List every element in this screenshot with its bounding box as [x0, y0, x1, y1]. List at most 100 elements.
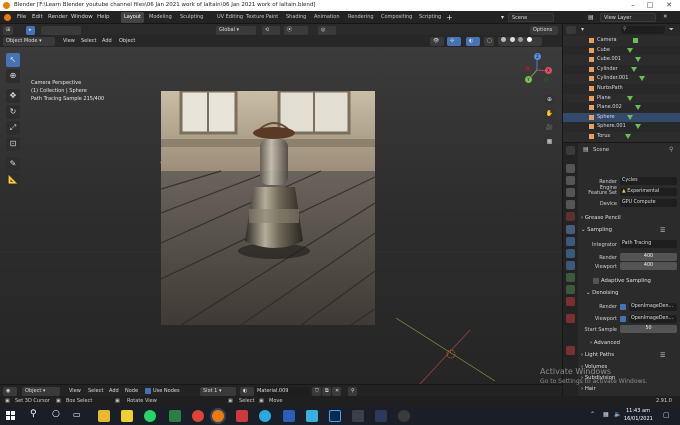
shading-tab-icon[interactable] [566, 346, 575, 355]
gizmo-toggle-icon[interactable]: ✣ [447, 36, 461, 46]
chrome-icon[interactable] [192, 410, 204, 422]
physics-tab-icon[interactable] [566, 261, 575, 270]
word-icon[interactable] [283, 410, 295, 422]
rendered-shading-icon[interactable] [526, 36, 532, 42]
select-menu[interactable]: Select [78, 37, 99, 46]
clock-time[interactable]: 11:43 am [626, 408, 650, 414]
denoise-viewport-dropdown[interactable]: OpenImageDen... [629, 315, 677, 323]
outliner-search-input[interactable]: ⚲ [621, 26, 665, 34]
measure-tool[interactable]: 📐 [6, 173, 20, 187]
media-app-icon[interactable] [306, 410, 318, 422]
render-engine-dropdown[interactable]: Cycles [620, 177, 677, 185]
viewport-samples-field[interactable]: 400 [620, 262, 677, 270]
view-layer-selector[interactable]: View Layer [600, 13, 656, 22]
material-shading-icon[interactable] [518, 36, 524, 42]
filter-icon[interactable]: ⏷ [669, 26, 677, 34]
wireframe-shading-icon[interactable] [501, 36, 506, 42]
menu-window[interactable]: Window [71, 11, 93, 24]
tab-modeling[interactable]: Modeling [146, 12, 175, 23]
camera-view-icon[interactable]: 🎥 [544, 122, 555, 133]
material-tab-icon[interactable] [566, 297, 575, 306]
menu-render[interactable]: Render [48, 11, 68, 24]
outliner-item-cube001[interactable]: Cube.001 [563, 55, 680, 65]
denoise-render-checkbox[interactable] [620, 304, 626, 310]
shader-node-menu[interactable]: Node [122, 387, 141, 396]
task-view-icon[interactable]: ▭ [73, 410, 81, 419]
add-workspace-icon[interactable]: + [446, 11, 453, 24]
tab-sculpting[interactable]: Sculpting [177, 12, 206, 23]
pin-icon[interactable]: ⚲ [669, 146, 673, 153]
tab-compositing[interactable]: Compositing [378, 12, 415, 23]
pivot-point-icon[interactable]: ⟲ [262, 25, 280, 35]
minimize-icon[interactable]: – [626, 0, 640, 11]
feature-set-dropdown[interactable]: ▲ Experimental [620, 188, 677, 196]
menu-edit[interactable]: Edit [32, 11, 43, 24]
maximize-icon[interactable]: □ [643, 0, 657, 11]
select-box-icon[interactable]: ▸ [26, 25, 35, 35]
outliner-item-camera[interactable]: Camera [563, 36, 680, 46]
denoise-viewport-checkbox[interactable] [620, 316, 626, 322]
modifier-tab-icon[interactable] [566, 237, 575, 246]
neg-y-axis-icon[interactable] [544, 77, 549, 82]
excel-icon[interactable] [169, 410, 181, 422]
window-app-icon[interactable] [352, 410, 364, 422]
unlink-material-icon[interactable]: ✕ [332, 386, 341, 396]
outliner-item-sphere001[interactable]: Sphere.001 [563, 122, 680, 132]
outliner-editor-type-icon[interactable] [566, 26, 576, 34]
tab-scripting[interactable]: Scripting [416, 12, 444, 23]
editor-type-icon[interactable]: ⊞ [3, 25, 13, 35]
transform-tool[interactable]: ⊡ [6, 137, 20, 151]
fake-user-icon[interactable]: ⛉ [312, 386, 321, 396]
view-menu[interactable]: View [60, 37, 78, 46]
scene-selector[interactable]: Scene [508, 13, 554, 22]
duplicate-material-icon[interactable]: ⧉ [322, 386, 331, 396]
output-tab-icon[interactable] [566, 176, 575, 185]
render-samples-field[interactable]: 400 [620, 253, 677, 261]
light-paths-presets-icon[interactable]: ☰ [660, 352, 665, 359]
clock-date[interactable]: 16/01/2021 [624, 416, 653, 422]
grease-pencil-panel[interactable]: › Grease Pencil [581, 215, 621, 221]
display-mode-icon[interactable]: ▾ [581, 26, 589, 34]
hair-panel[interactable]: › Hair [581, 386, 596, 392]
notifications-icon[interactable]: ▢ [663, 411, 670, 419]
outliner-item-torus[interactable]: Torus [563, 132, 680, 142]
adaptive-sampling-panel[interactable]: Adaptive Sampling [586, 278, 651, 284]
overlay-toggle-icon[interactable]: ◐ [466, 36, 480, 46]
move-tool[interactable]: ✥ [6, 89, 20, 103]
object-mode-dropdown[interactable]: Object Mode ▾ [3, 36, 55, 46]
remove-view-layer-icon[interactable]: ✕ [663, 11, 668, 24]
add-menu[interactable]: Add [99, 37, 115, 46]
shader-view-menu[interactable]: View [66, 387, 84, 396]
snap-icon[interactable]: ⦿ [284, 25, 308, 35]
tray-chevron-icon[interactable]: ⌃ [590, 411, 595, 418]
cortana-icon[interactable]: ○ [52, 409, 60, 419]
xray-toggle-icon[interactable]: ▢ [484, 36, 494, 46]
light-paths-panel[interactable]: › Light Paths [581, 352, 614, 358]
outliner-item-cube[interactable]: Cube [563, 46, 680, 56]
shader-select-menu[interactable]: Select [85, 387, 106, 396]
z-axis-icon[interactable]: Z [534, 53, 541, 60]
texture-tab-icon[interactable] [566, 314, 575, 323]
sampling-panel[interactable]: ⌄ Sampling [581, 227, 612, 233]
outliner-item-plane002[interactable]: Plane.002 [563, 103, 680, 113]
menu-file[interactable]: File [17, 11, 26, 24]
start-sample-field[interactable]: 50 [620, 325, 677, 333]
options-dropdown[interactable]: Options ▾ [530, 25, 558, 42]
constraints-tab-icon[interactable] [566, 273, 575, 282]
visibility-icon[interactable]: 👁 [430, 36, 444, 46]
whatsapp-icon[interactable] [144, 410, 156, 422]
render-tab-icon[interactable] [566, 164, 575, 173]
tab-rendering[interactable]: Rendering [345, 12, 377, 23]
transform-orientation-dropdown[interactable]: Global ▾ [216, 25, 256, 35]
ruby-app-icon[interactable] [236, 410, 248, 422]
pan-hand-icon[interactable]: ✋ [544, 108, 555, 119]
perspective-toggle-icon[interactable]: ▦ [544, 136, 555, 147]
shader-object-dropdown[interactable]: Object ▾ [22, 386, 60, 396]
outliner-item-cylinder001[interactable]: Cylinder.001 [563, 74, 680, 84]
shader-add-menu[interactable]: Add [106, 387, 122, 396]
scale-tool[interactable]: ⤢ [6, 121, 20, 135]
x-axis-icon[interactable]: X [545, 67, 552, 74]
zoom-icon[interactable]: ⊕ [544, 94, 555, 105]
edge-icon[interactable] [259, 410, 271, 422]
outliner-item-plane[interactable]: Plane [563, 93, 680, 104]
